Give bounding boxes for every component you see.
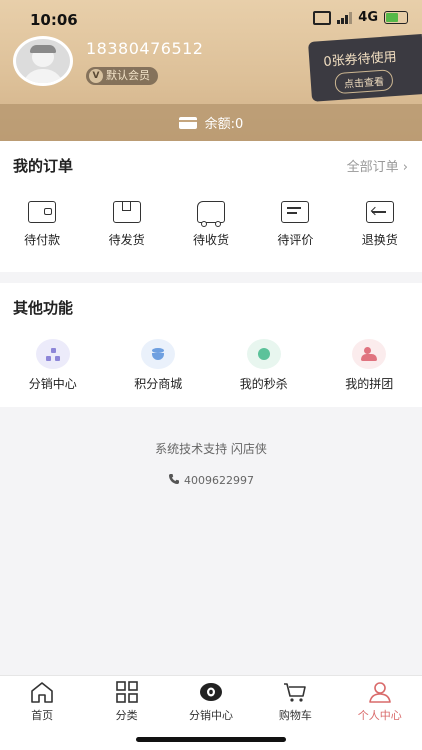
- home-indicator: [136, 737, 286, 742]
- tab-label: 分销中心: [188, 709, 233, 722]
- order-status-row: 待付款 待发货 待收货 待评价 退换货: [0, 201, 422, 248]
- functions-title: 其他功能: [13, 299, 74, 317]
- vip-icon: V: [89, 69, 103, 83]
- tab-label: 购物车: [278, 709, 312, 722]
- order-returns[interactable]: 退换货: [345, 201, 415, 248]
- order-pending-shipment[interactable]: 待发货: [92, 201, 162, 248]
- status-time: 10:06: [30, 11, 78, 29]
- tab-category[interactable]: 分类: [85, 680, 169, 723]
- functions-row: 分销中心 积分商城 我的秒杀 我的拼团: [0, 339, 422, 392]
- status-bar: 10:06 4G: [0, 0, 422, 40]
- order-item-label: 待付款: [24, 233, 61, 247]
- func-label: 我的拼团: [345, 377, 394, 391]
- group-buy-icon: [352, 339, 387, 369]
- balance-bar[interactable]: 余额:0: [0, 104, 422, 141]
- battery-icon: [384, 11, 408, 24]
- func-distribution[interactable]: 分销中心: [11, 339, 95, 392]
- eye-icon: [199, 683, 222, 701]
- tab-cart[interactable]: 购物车: [253, 680, 337, 723]
- all-orders-link[interactable]: 全部订单 ›: [347, 156, 408, 175]
- tab-label: 个人中心: [357, 709, 402, 722]
- order-item-label: 待收货: [192, 233, 229, 247]
- coupon-text: 0张券待使用: [322, 49, 398, 70]
- orders-title: 我的订单: [13, 157, 74, 175]
- func-points-mall[interactable]: 积分商城: [116, 339, 200, 392]
- wallet-icon: [28, 201, 57, 223]
- user-phone: 18380476512: [86, 39, 204, 58]
- coupon-card[interactable]: 0张券待使用 点击查看: [308, 34, 422, 102]
- grid-icon: [115, 681, 138, 703]
- user-icon: [368, 682, 391, 703]
- signal-icon: [337, 11, 353, 24]
- func-label: 积分商城: [134, 377, 183, 391]
- tab-home[interactable]: 首页: [0, 680, 84, 723]
- order-item-label: 待发货: [108, 233, 145, 247]
- tab-label: 分类: [115, 709, 138, 722]
- func-flash-sale[interactable]: 我的秒杀: [222, 339, 306, 392]
- comment-icon: [281, 201, 310, 223]
- func-group-buy[interactable]: 我的拼团: [327, 339, 411, 392]
- flash-sale-icon: [246, 339, 281, 369]
- order-pending-receipt[interactable]: 待收货: [176, 201, 246, 248]
- tab-label: 首页: [31, 709, 54, 722]
- balance-text: 余额:0: [204, 117, 244, 132]
- func-label: 分销中心: [28, 377, 77, 391]
- order-pending-payment[interactable]: 待付款: [7, 201, 77, 248]
- profile-header: 10:06 4G 18380476512 V 默认会员 0张券待使用 点击查看 …: [0, 0, 422, 141]
- member-level-label: 默认会员: [106, 69, 150, 82]
- package-icon: [112, 201, 141, 223]
- coupon-view-button[interactable]: 点击查看: [334, 69, 394, 95]
- tech-support-text: 系统技术支持 闪店侠: [155, 442, 267, 456]
- phone-icon: [168, 473, 180, 488]
- tab-profile[interactable]: 个人中心: [338, 680, 422, 723]
- member-level-badge: V 默认会员: [86, 67, 158, 85]
- order-pending-review[interactable]: 待评价: [260, 201, 330, 248]
- distribution-icon: [35, 339, 70, 369]
- points-icon: [141, 339, 176, 369]
- screen-record-icon: [313, 10, 332, 25]
- network-type: 4G: [358, 10, 378, 25]
- card-icon: [178, 116, 197, 129]
- avatar[interactable]: [13, 36, 73, 86]
- support-phone-number: 4009622997: [184, 474, 254, 487]
- order-item-label: 退换货: [361, 233, 398, 247]
- home-icon: [31, 682, 53, 703]
- tab-distribution[interactable]: 分销中心: [169, 680, 253, 723]
- support-phone[interactable]: 4009622997: [0, 473, 422, 488]
- functions-section: 其他功能 分销中心 积分商城 我的秒杀 我的拼团: [0, 283, 422, 407]
- truck-icon: [196, 201, 225, 227]
- order-item-label: 待评价: [277, 233, 314, 247]
- return-icon: [365, 201, 394, 223]
- orders-section: 我的订单 全部订单 › 待付款 待发货 待收货 待评价 退换货: [0, 141, 422, 272]
- func-label: 我的秒杀: [239, 377, 288, 391]
- status-icons: 4G: [313, 10, 408, 25]
- cart-icon: [284, 683, 307, 702]
